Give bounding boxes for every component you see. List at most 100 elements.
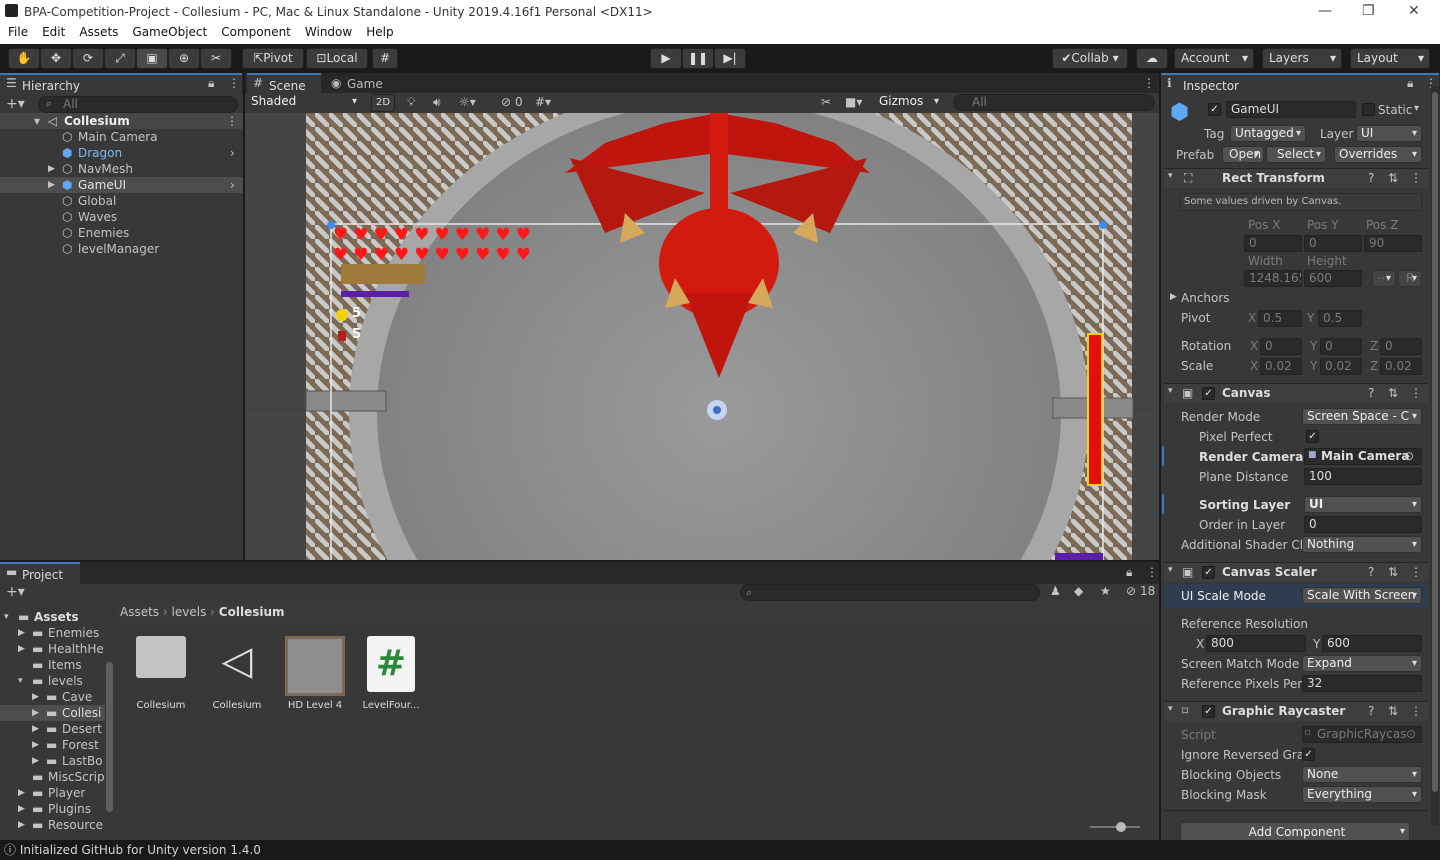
blocking-mask-dropdown[interactable]: Everything [1302, 786, 1422, 803]
scale-y-field[interactable]: 0.02 [1320, 358, 1362, 375]
pixel-perfect-checkbox[interactable]: ✓ [1306, 430, 1319, 443]
filter-type-icon[interactable]: ♟ [1050, 584, 1061, 598]
object-name-field[interactable]: GameUI [1226, 101, 1356, 118]
anchors-foldout[interactable]: Anchors [1181, 291, 1230, 305]
step-button[interactable]: ▶| [714, 48, 746, 69]
scrollbar-thumb[interactable] [1432, 92, 1438, 792]
hand-tool-icon[interactable]: ✋ [8, 48, 40, 69]
hierarchy-item-dragon[interactable]: Dragon [78, 145, 122, 161]
breadcrumb-levels[interactable]: levels [172, 605, 207, 619]
prefab-overrides-dropdown[interactable]: Overrides [1334, 146, 1422, 163]
favorite-icon[interactable]: ★ [1100, 584, 1111, 598]
menu-window[interactable]: Window [298, 24, 359, 40]
tag-dropdown[interactable]: Untagged [1230, 125, 1306, 142]
help-icon[interactable]: ? [1368, 565, 1374, 579]
grid-icon[interactable]: #▾ [535, 95, 551, 109]
raycaster-enabled-checkbox[interactable]: ✓ [1202, 705, 1215, 718]
expand-arrow-icon[interactable]: ▶ [32, 689, 39, 705]
hierarchy-item-enemies[interactable]: Enemies [78, 225, 129, 241]
expand-arrow-icon[interactable]: ▾ [1168, 565, 1173, 575]
scale-z-field[interactable]: 0.02 [1380, 358, 1422, 375]
expand-arrow-icon[interactable]: ▶ [1170, 292, 1177, 302]
tree-item[interactable]: Items [48, 657, 82, 673]
chevron-right-icon[interactable]: › [230, 177, 235, 193]
tree-item[interactable]: HealthHe [48, 641, 104, 657]
expand-arrow-icon[interactable]: ▶ [18, 817, 25, 833]
expand-arrow-icon[interactable]: ▶ [32, 705, 39, 721]
width-field[interactable]: 1248.165 [1244, 270, 1302, 287]
layer-dropdown[interactable]: UI [1356, 125, 1422, 142]
add-component-button[interactable]: Add Component [1180, 822, 1410, 842]
tab-inspector[interactable]: Inspector [1161, 73, 1439, 95]
tree-scrollbar[interactable] [106, 662, 113, 812]
expand-arrow-icon[interactable]: ▶ [18, 641, 25, 657]
expand-arrow-icon[interactable]: ▶ [32, 753, 39, 769]
audio-icon[interactable]: 🔊︎ [433, 95, 441, 110]
pivot-toggle-button[interactable]: ⇱Pivot [242, 48, 304, 69]
component-menu-icon[interactable]: ⋮ [1410, 171, 1422, 185]
raw-edit-button[interactable]: R [1398, 270, 1422, 287]
hierarchy-item-main-camera[interactable]: Main Camera [78, 129, 158, 145]
more-menu-icon[interactable]: ⋮ [1143, 76, 1155, 90]
tree-item[interactable]: MiscScrip [48, 769, 104, 785]
lock-icon[interactable]: 🔒︎ [1126, 565, 1132, 580]
hidden-packages-icon[interactable]: ⊘ [1126, 584, 1136, 598]
menu-component[interactable]: Component [214, 24, 298, 40]
posy-field[interactable]: 0 [1304, 235, 1362, 252]
chevron-down-icon[interactable]: ▾ [1414, 103, 1419, 114]
minimize-icon[interactable]: — [1318, 3, 1332, 19]
blocking-objects-dropdown[interactable]: None [1302, 766, 1422, 783]
ignore-reversed-checkbox[interactable]: ✓ [1302, 748, 1315, 761]
grid-snap-icon[interactable]: # [372, 48, 398, 69]
expand-arrow-icon[interactable]: ▾ [1168, 171, 1173, 181]
play-button[interactable]: ▶ [650, 48, 682, 69]
component-menu-icon[interactable]: ⋮ [1410, 704, 1422, 718]
anchor-handle[interactable] [1099, 221, 1107, 229]
more-menu-icon[interactable]: ⋮ [228, 76, 240, 90]
rect-tool-icon[interactable]: ▣ [136, 48, 168, 69]
slider-handle[interactable] [1116, 822, 1126, 832]
prefab-open-button[interactable]: Open [1222, 146, 1264, 163]
filter-label-icon[interactable]: ◆ [1074, 584, 1083, 598]
expand-arrow-icon[interactable]: ▶ [18, 625, 25, 641]
hierarchy-item-navmesh[interactable]: NavMesh [78, 161, 133, 177]
active-checkbox[interactable]: ✓ [1208, 103, 1221, 116]
pivot-y-field[interactable]: 0.5 [1318, 310, 1362, 327]
thumbnail-size-slider[interactable] [1090, 826, 1140, 828]
expand-arrow-icon[interactable]: ▾ [4, 609, 9, 625]
create-button[interactable]: +▾ [6, 96, 25, 112]
move-tool-icon[interactable]: ✥ [40, 48, 72, 69]
posx-field[interactable]: 0 [1244, 235, 1302, 252]
scene-menu-icon[interactable]: ⋮ [226, 113, 238, 129]
gizmos-dropdown[interactable]: Gizmos [875, 94, 943, 111]
transform-tool-icon[interactable]: ⊕ [168, 48, 200, 69]
canvas-enabled-checkbox[interactable]: ✓ [1202, 387, 1215, 400]
hidden-objects-icon[interactable]: ⊘ [501, 95, 511, 109]
rotate-tool-icon[interactable]: ⟳ [72, 48, 104, 69]
collab-dropdown[interactable]: ✔Collab ▾ [1052, 48, 1128, 69]
shader-channels-dropdown[interactable]: Nothing [1302, 536, 1422, 553]
tree-item[interactable]: Resource [48, 817, 104, 833]
sorting-layer-dropdown[interactable]: UI [1304, 496, 1422, 513]
camera-icon[interactable]: ■▾ [845, 95, 862, 109]
tree-item[interactable]: Forest [62, 737, 99, 753]
scale-x-field[interactable]: 0.02 [1260, 358, 1302, 375]
close-icon[interactable]: ✕ [1408, 3, 1420, 19]
expand-arrow-icon[interactable]: ▾ [18, 673, 23, 689]
help-icon[interactable]: ? [1368, 386, 1374, 400]
project-search-input[interactable] [740, 584, 1040, 601]
tree-item[interactable]: Collesi [62, 705, 102, 721]
menu-gameobject[interactable]: GameObject [125, 24, 214, 40]
component-menu-icon[interactable]: ⋮ [1410, 386, 1422, 400]
height-field[interactable]: 600 [1304, 270, 1362, 287]
reference-pixels-field[interactable]: 32 [1302, 675, 1422, 692]
create-button[interactable]: +▾ [6, 584, 25, 600]
shading-mode-dropdown[interactable]: Shaded [247, 94, 361, 111]
expand-arrow-icon[interactable]: ▶ [48, 177, 55, 193]
tree-item[interactable]: Desert [62, 721, 102, 737]
expand-arrow-icon[interactable]: ▾ [1168, 704, 1173, 714]
breadcrumb-assets[interactable]: Assets [120, 605, 159, 619]
ui-scale-mode-dropdown[interactable]: Scale With Screen [1302, 587, 1422, 604]
maximize-icon[interactable]: ❐ [1362, 3, 1375, 19]
custom-tool-icon[interactable]: ✂ [200, 48, 232, 69]
